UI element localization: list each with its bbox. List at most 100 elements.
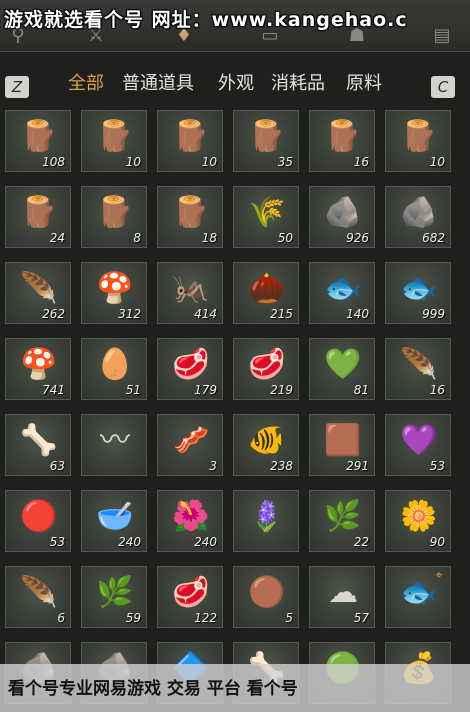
inventory-slot[interactable]: 🪵 10: [157, 110, 223, 172]
inventory-slot[interactable]: 🍄 312: [81, 262, 147, 324]
next-tab-key[interactable]: C: [431, 76, 455, 98]
inventory-slot[interactable]: 🪶 16: [385, 338, 451, 400]
item-count: 122: [194, 611, 217, 625]
inventory-slot[interactable]: 🐟 ⌖: [385, 566, 451, 628]
white-flower-branch-icon: 🌿: [324, 499, 362, 534]
item-count: 10: [125, 155, 141, 169]
tab-common-items[interactable]: 普通道具: [122, 70, 194, 98]
log-pile-icon: 🪵: [248, 119, 286, 154]
inventory-slot[interactable]: 🌼 90: [385, 490, 451, 552]
brown-fur-icon: 🟤: [248, 575, 286, 610]
item-count: 312: [118, 307, 141, 321]
inventory-slot[interactable]: 🦴 63: [5, 414, 71, 476]
jade-stone-icon: 💚: [324, 347, 362, 382]
inventory-slot[interactable]: 🥓 3: [157, 414, 223, 476]
inventory-slot[interactable]: 🪵 35: [233, 110, 299, 172]
item-count: 219: [270, 383, 293, 397]
item-count: 6: [57, 611, 65, 625]
intestine-icon: 〰: [100, 423, 130, 458]
item-count: 10: [201, 155, 217, 169]
inventory-slot[interactable]: 〰: [81, 414, 147, 476]
top-category-bar: ⚲ ⚔ ♦ ▭ ☗ ▤ 游戏就选看个号 网址：www.kangehao.c: [0, 0, 470, 52]
inventory-slot[interactable]: 🐟 999: [385, 262, 451, 324]
carp-icon: 🐠: [248, 423, 286, 458]
inventory-slot[interactable]: 🪵 16: [309, 110, 375, 172]
inventory-slot[interactable]: 🔴 53: [5, 490, 71, 552]
item-count: 682: [422, 231, 445, 245]
log-pile-icon: 🪵: [172, 195, 210, 230]
item-count: 81: [353, 383, 369, 397]
inventory-slot[interactable]: 🥩 219: [233, 338, 299, 400]
inventory-slot[interactable]: 🪶 6: [5, 566, 71, 628]
tab-appearance[interactable]: 外观: [218, 70, 254, 98]
inventory-slot[interactable]: 🪵 8: [81, 186, 147, 248]
item-count: 108: [42, 155, 65, 169]
log-pile-icon: 🪵: [96, 195, 134, 230]
inventory-slot[interactable]: 🌰 215: [233, 262, 299, 324]
lavender-plant-icon: 🪻: [248, 499, 286, 534]
item-count: 3: [209, 459, 217, 473]
stone-pile-icon: 🪨: [324, 195, 362, 230]
item-count: 53: [49, 535, 65, 549]
inventory-slot[interactable]: 🪨 682: [385, 186, 451, 248]
prev-tab-key[interactable]: Z: [5, 76, 29, 98]
tab-all[interactable]: 全部: [68, 70, 104, 98]
feathers-icon: 🪶: [400, 347, 438, 382]
inventory-slot[interactable]: 🥣 240: [81, 490, 147, 552]
item-count: 414: [194, 307, 217, 321]
item-count: 8: [133, 231, 141, 245]
item-count: 238: [270, 459, 293, 473]
inventory-slot[interactable]: 🟤 5: [233, 566, 299, 628]
inventory-slot[interactable]: 🪶 262: [5, 262, 71, 324]
inventory-slot[interactable]: 🥩 122: [157, 566, 223, 628]
ore-rock-icon: 🪨: [400, 195, 438, 230]
inventory-slot[interactable]: 🪵 18: [157, 186, 223, 248]
fish-icon: 🐟: [324, 271, 362, 306]
watermark-bottom: 看个号专业网易游戏 交易 平台 看个号: [8, 679, 298, 699]
inventory-slot[interactable]: ☁ 57: [309, 566, 375, 628]
inventory-slot[interactable]: 🪵 10: [385, 110, 451, 172]
inventory-slot[interactable]: 🦗 414: [157, 262, 223, 324]
inventory-slot[interactable]: 💚 81: [309, 338, 375, 400]
inventory-slot[interactable]: 🪻: [233, 490, 299, 552]
meat-chunks-icon: 🥩: [172, 347, 210, 382]
mortar-bowl-icon: 🥣: [96, 499, 134, 534]
item-count: 140: [346, 307, 369, 321]
item-count: 53: [429, 459, 445, 473]
log-pile-icon: 🪵: [400, 119, 438, 154]
item-count: 240: [118, 535, 141, 549]
inventory-slot[interactable]: 🪵 24: [5, 186, 71, 248]
log-pile-icon: 🪵: [96, 119, 134, 154]
log-pile-icon: 🪵: [20, 119, 58, 154]
inventory-slot[interactable]: 🥩 179: [157, 338, 223, 400]
inventory-slot[interactable]: 🪨 926: [309, 186, 375, 248]
inventory-slot[interactable]: 🌿 22: [309, 490, 375, 552]
inventory-slot[interactable]: 🌺 240: [157, 490, 223, 552]
tab-materials[interactable]: 原料: [346, 70, 382, 98]
item-count: 291: [346, 459, 369, 473]
inventory-slot[interactable]: 🌾 50: [233, 186, 299, 248]
fish-icon: 🐟: [400, 271, 438, 306]
item-count: 10: [429, 155, 445, 169]
item-count: 90: [429, 535, 445, 549]
inventory-slot[interactable]: 🪵 10: [81, 110, 147, 172]
meat-steak-icon: 🥩: [248, 347, 286, 382]
grain-sack-icon: 🌰: [248, 271, 286, 306]
inventory-slot[interactable]: 🪵 108: [5, 110, 71, 172]
item-count: 63: [49, 459, 65, 473]
inventory-slot[interactable]: 🍄 741: [5, 338, 71, 400]
item-count: 926: [346, 231, 369, 245]
purple-flower-icon: 🌺: [172, 499, 210, 534]
inventory-slot[interactable]: 🐟 140: [309, 262, 375, 324]
inventory-slot[interactable]: 🌿 59: [81, 566, 147, 628]
log-pile-icon: 🪵: [20, 195, 58, 230]
item-count: 50: [277, 231, 293, 245]
inventory-slot[interactable]: 💜 53: [385, 414, 451, 476]
tab-consumables[interactable]: 消耗品: [271, 70, 325, 98]
log-pile-icon: 🪵: [172, 119, 210, 154]
inventory-slot[interactable]: 🐠 238: [233, 414, 299, 476]
inventory-slot[interactable]: 🥚 51: [81, 338, 147, 400]
item-count: 262: [42, 307, 65, 321]
meat-slices-icon: 🥓: [172, 423, 210, 458]
inventory-slot[interactable]: 🟫 291: [309, 414, 375, 476]
